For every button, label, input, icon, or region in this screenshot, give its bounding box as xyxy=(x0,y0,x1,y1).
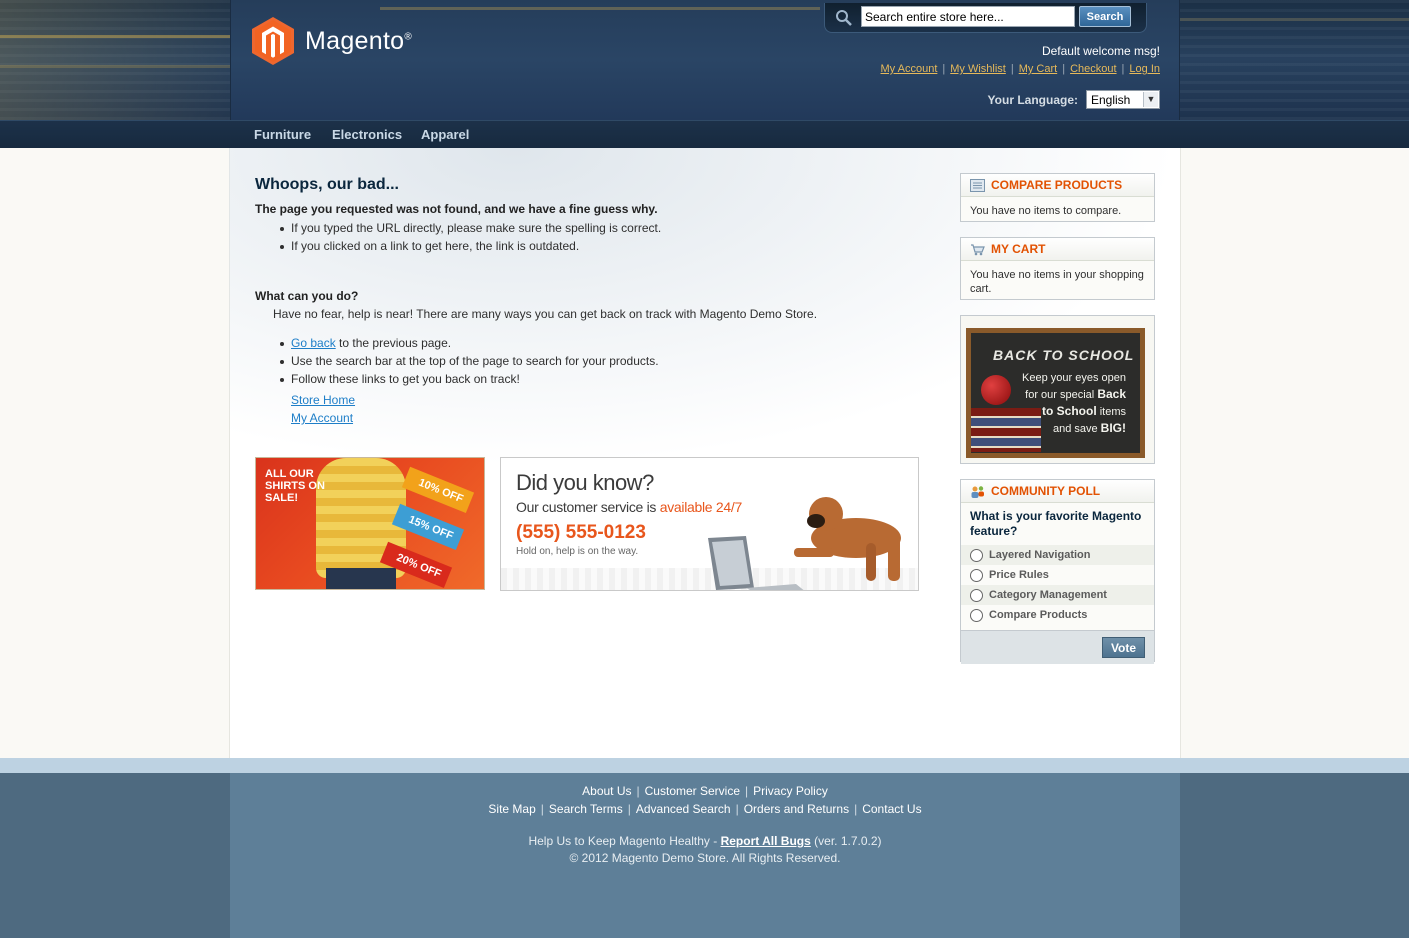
chalkboard-image: BACK TO SCHOOL Keep your eyes open for o… xyxy=(966,328,1145,458)
poll-question: What is your favorite Magento feature? xyxy=(970,509,1142,538)
list-item: Follow these links to get you back on tr… xyxy=(280,370,659,388)
list-item: Go back to the previous page. xyxy=(280,334,659,352)
cart-icon xyxy=(971,243,985,255)
orders-returns-link[interactable]: Orders and Returns xyxy=(744,802,849,816)
community-poll-title: COMMUNITY POLL xyxy=(961,480,1154,503)
search-input[interactable] xyxy=(861,6,1075,27)
phone-number: (555) 555-0123 xyxy=(516,522,646,543)
bug-report-line: Help Us to Keep Magento Healthy - Report… xyxy=(528,834,882,848)
welcome-message: Default welcome msg! xyxy=(1041,44,1160,58)
my-cart-block: MY CART You have no items in your shoppi… xyxy=(960,237,1155,300)
store-logo[interactable]: Magento® xyxy=(252,17,412,65)
about-us-link[interactable]: About Us xyxy=(582,784,631,798)
dog-laptop-image xyxy=(708,497,901,590)
separator: | xyxy=(1121,63,1125,75)
header-decor-line xyxy=(0,65,230,68)
search-form: Search xyxy=(824,3,1147,33)
header-decor-line xyxy=(0,35,230,38)
page-title: Whoops, our bad... xyxy=(255,176,399,193)
my-wishlist-link[interactable]: My Wishlist xyxy=(950,63,1006,75)
tips-list: Go back to the previous page. Use the se… xyxy=(280,334,659,388)
back-to-school-text: Keep your eyes open for our special Back… xyxy=(1022,372,1126,435)
checkout-link[interactable]: Checkout xyxy=(1070,63,1116,75)
separator: | xyxy=(1010,63,1014,75)
header-decor-line xyxy=(1180,18,1409,21)
nav-item-electronics[interactable]: Electronics xyxy=(332,127,402,142)
search-button[interactable]: Search xyxy=(1079,6,1131,27)
separator: | xyxy=(1062,63,1066,75)
go-back-link[interactable]: Go back xyxy=(291,336,336,350)
help-paragraph: Have no fear, help is near! There are ma… xyxy=(273,307,818,321)
language-label: Your Language: xyxy=(987,92,1078,107)
back-to-school-title: BACK TO SCHOOL xyxy=(993,347,1135,363)
my-cart-link[interactable]: My Cart xyxy=(1019,63,1058,75)
shirts-banner-text: ALL OUR SHIRTS ON SALE! xyxy=(265,468,325,504)
chevron-down-icon: ▼ xyxy=(1143,92,1158,107)
magento-logo-icon xyxy=(252,17,294,65)
my-cart-title: MY CART xyxy=(961,238,1154,261)
radio-button[interactable] xyxy=(970,608,983,622)
back-to-school-banner[interactable]: BACK TO SCHOOL Keep your eyes open for o… xyxy=(960,315,1155,464)
dyk-title: Did you know? xyxy=(516,470,654,495)
recovery-links: Store Home My Account xyxy=(291,391,355,427)
store-home-link[interactable]: Store Home xyxy=(291,393,355,407)
report-bugs-link[interactable]: Report All Bugs xyxy=(721,834,811,848)
search-icon xyxy=(836,10,852,26)
reasons-list: If you typed the URL directly, please ma… xyxy=(280,219,661,255)
poll-option[interactable]: Category Management xyxy=(961,585,1154,605)
poll-option[interactable]: Price Rules xyxy=(961,565,1154,585)
my-account-content-link[interactable]: My Account xyxy=(291,411,353,425)
radio-button[interactable] xyxy=(970,588,983,602)
language-select[interactable]: English ▼ xyxy=(1086,90,1160,109)
header-decor-line xyxy=(380,7,820,10)
cart-empty-text: You have no items in your shopping cart. xyxy=(970,269,1144,295)
poll-option[interactable]: Compare Products xyxy=(961,605,1154,625)
customer-service-link[interactable]: Customer Service xyxy=(645,784,740,798)
site-map-link[interactable]: Site Map xyxy=(488,802,535,816)
language-switcher: Your Language: English ▼ xyxy=(988,90,1160,109)
vote-button[interactable]: Vote xyxy=(1102,637,1145,658)
search-terms-link[interactable]: Search Terms xyxy=(549,802,623,816)
list-item: If you clicked on a link to get here, th… xyxy=(280,237,661,255)
footer-links-row-2: Site Map | Search Terms | Advanced Search | Or… xyxy=(488,802,922,816)
account-links: My Account | My Wishlist | My Cart | Checkout |… xyxy=(881,63,1160,75)
separator: | xyxy=(942,63,946,75)
price-tag: 10% OFF xyxy=(401,466,475,514)
compare-empty-text: You have no items to compare. xyxy=(970,205,1122,217)
logo-text: Magento® xyxy=(305,26,413,55)
footer-top-band xyxy=(0,758,1409,773)
shirts-sale-banner[interactable]: ALL OUR SHIRTS ON SALE! 10% OFF 15% OFF … xyxy=(255,457,485,590)
list-item: Use the search bar at the top of the pag… xyxy=(280,352,659,370)
go-back-text: to the previous page. xyxy=(335,336,452,350)
list-item: If you typed the URL directly, please ma… xyxy=(280,219,661,237)
compare-products-block: COMPARE PRODUCTS You have no items to co… xyxy=(960,173,1155,222)
poll-option[interactable]: Layered Navigation xyxy=(961,545,1154,565)
advanced-search-link[interactable]: Advanced Search xyxy=(636,802,731,816)
dyk-hold-text: Hold on, help is on the way. xyxy=(516,546,639,557)
privacy-policy-link[interactable]: Privacy Policy xyxy=(753,784,828,798)
jeans-image xyxy=(326,568,396,589)
nav-item-furniture[interactable]: Furniture xyxy=(254,127,311,142)
what-can-you-do-heading: What can you do? xyxy=(255,289,359,303)
footer-links-row-1: About Us | Customer Service | Privacy Policy xyxy=(582,784,828,798)
poll-footer: Vote xyxy=(961,630,1154,664)
community-poll-block: COMMUNITY POLL What is your favorite Mag… xyxy=(960,479,1155,664)
my-account-link[interactable]: My Account xyxy=(881,63,938,75)
radio-button[interactable] xyxy=(970,548,983,562)
poll-people-icon xyxy=(971,485,984,498)
compare-list-icon xyxy=(970,178,985,192)
language-value: English xyxy=(1091,93,1131,107)
not-found-subtitle: The page you requested was not found, an… xyxy=(255,202,658,216)
main-nav: Furniture Electronics Apparel xyxy=(0,120,1409,148)
nav-item-apparel[interactable]: Apparel xyxy=(421,127,469,142)
login-link[interactable]: Log In xyxy=(1129,63,1160,75)
radio-button[interactable] xyxy=(970,568,983,582)
compare-products-title: COMPARE PRODUCTS xyxy=(961,174,1154,197)
contact-us-link[interactable]: Contact Us xyxy=(862,802,921,816)
copyright: © 2012 Magento Demo Store. All Rights Re… xyxy=(569,851,841,865)
customer-service-banner[interactable]: Did you know? Our customer service is av… xyxy=(500,457,919,591)
